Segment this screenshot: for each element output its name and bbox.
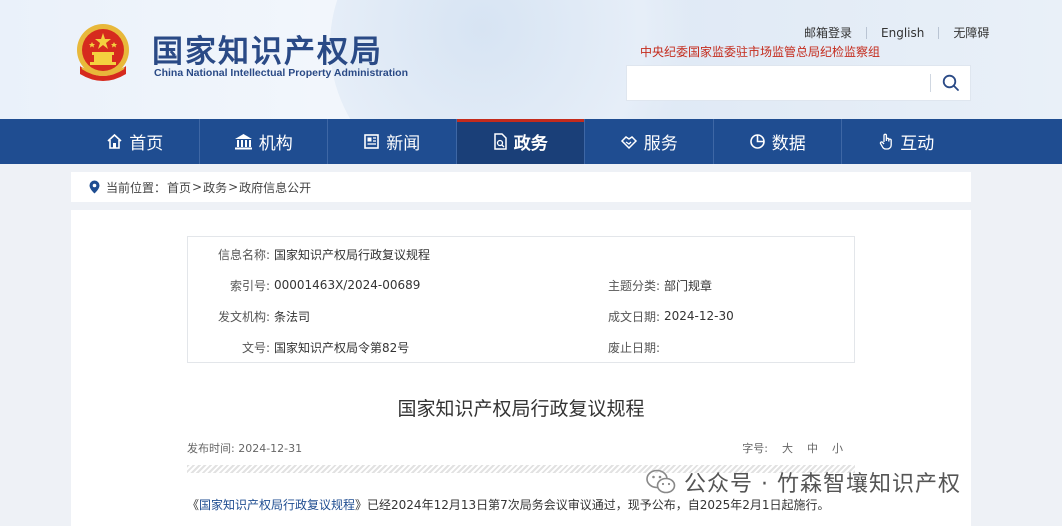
home-icon bbox=[107, 133, 122, 149]
breadcrumb-separator: > bbox=[192, 180, 203, 194]
meta-label: 主题分类: bbox=[607, 278, 660, 293]
breadcrumb: 当前位置： 首页 > 政务 > 政府信息公开 bbox=[71, 172, 971, 202]
body-text-rest: 》已经2024年12月13日第7次局务会议审议通过，现予公布，自2025年2月1… bbox=[355, 498, 830, 512]
email-login-link[interactable]: 邮箱登录 bbox=[790, 24, 866, 41]
nav-item-label: 政务 bbox=[513, 134, 548, 154]
watermark-text: 公众号 · 竹森智壤知识产权 bbox=[684, 472, 961, 497]
nav-item-home[interactable]: 首页 bbox=[71, 119, 200, 164]
breadcrumb-prefix: 当前位置： bbox=[106, 180, 167, 195]
top-links: 邮箱登录 English 无障碍 bbox=[790, 24, 1003, 41]
english-link[interactable]: English bbox=[867, 26, 938, 40]
org-note-link[interactable]: 中央纪委国家监委驻市场监管总局纪检监察组 bbox=[640, 43, 880, 60]
body-quote-open: 《 bbox=[187, 498, 200, 512]
nav-item-news[interactable]: 新闻 bbox=[328, 119, 457, 164]
newspaper-icon bbox=[364, 134, 380, 149]
meta-value-info-name: 国家知识产权局行政复议规程 bbox=[274, 247, 431, 262]
font-size-medium-button[interactable]: 中 bbox=[807, 440, 818, 456]
nav-item-label: 数据 bbox=[771, 134, 806, 154]
meta-label: 信息名称: bbox=[217, 247, 270, 262]
meta-value-index: 00001463X/2024-00689 bbox=[274, 278, 421, 292]
meta-row-index: 索引号: 00001463X/2024-00689 bbox=[188, 275, 420, 295]
meta-label: 废止日期: bbox=[607, 340, 660, 355]
meta-label: 发文机构: bbox=[217, 309, 270, 324]
nav-item-services[interactable]: 服务 bbox=[585, 119, 714, 164]
hand-pointer-icon bbox=[880, 133, 893, 150]
document-metadata: 信息名称: 国家知识产权局行政复议规程 索引号: 00001463X/2024-… bbox=[187, 236, 855, 363]
search-button[interactable] bbox=[931, 66, 971, 100]
meta-row-topic: 主题分类: 部门规章 bbox=[568, 275, 712, 295]
breadcrumb-separator: > bbox=[228, 180, 239, 194]
accessibility-link[interactable]: 无障碍 bbox=[939, 24, 1003, 41]
font-size-small-button[interactable]: 小 bbox=[832, 440, 843, 456]
breadcrumb-item-government-affairs[interactable]: 政务 bbox=[203, 179, 227, 196]
meta-label: 成文日期: bbox=[607, 309, 660, 324]
location-pin-icon bbox=[89, 180, 100, 194]
wechat-icon bbox=[646, 469, 676, 494]
document-icon bbox=[494, 133, 507, 150]
font-size-control: 字号: 大 中 小 bbox=[742, 440, 843, 456]
pie-chart-icon bbox=[749, 134, 765, 149]
nav-item-label: 首页 bbox=[129, 134, 164, 154]
meta-row-issuer: 发文机构: 条法司 bbox=[188, 306, 310, 326]
meta-value-topic: 部门规章 bbox=[664, 278, 713, 293]
publish-info: 发布时间: 2024-12-31 字号: 大 中 小 bbox=[187, 440, 855, 456]
meta-row-expiry: 废止日期: bbox=[568, 337, 664, 357]
nav-item-data[interactable]: 数据 bbox=[714, 119, 842, 164]
nav-item-institutions[interactable]: 机构 bbox=[200, 119, 328, 164]
nav-item-label: 新闻 bbox=[386, 134, 421, 154]
meta-value-date: 2024-12-30 bbox=[664, 309, 734, 323]
site-title: 国家知识产权局 bbox=[152, 34, 383, 70]
nav-item-interaction[interactable]: 互动 bbox=[842, 119, 971, 164]
meta-value-doc-number: 国家知识产权局令第82号 bbox=[274, 340, 410, 355]
site-subtitle: China National Intellectual Property Adm… bbox=[154, 67, 408, 79]
font-size-label: 字号: bbox=[742, 442, 768, 455]
breadcrumb-item-home[interactable]: 首页 bbox=[167, 179, 191, 196]
document-link[interactable]: 国家知识产权局行政复议规程 bbox=[199, 498, 355, 512]
search-input[interactable] bbox=[627, 66, 930, 100]
meta-row-date: 成文日期: 2024-12-30 bbox=[568, 306, 734, 326]
breadcrumb-item-info-disclosure[interactable]: 政府信息公开 bbox=[239, 179, 311, 196]
meta-row-doc-number: 文号: 国家知识产权局令第82号 bbox=[188, 337, 409, 357]
meta-value-issuer: 条法司 bbox=[274, 309, 311, 324]
handshake-icon bbox=[620, 136, 637, 150]
nav-item-government-affairs[interactable]: 政务 bbox=[456, 119, 585, 164]
nav-item-label: 互动 bbox=[900, 134, 935, 154]
search-icon bbox=[942, 74, 959, 91]
national-emblem-icon[interactable] bbox=[74, 22, 132, 84]
meta-label: 索引号: bbox=[229, 278, 270, 293]
main-nav: 首页 机构 新闻 政务 服务 数据 互动 bbox=[0, 119, 1062, 164]
meta-row-info-name: 信息名称: 国家知识产权局行政复议规程 bbox=[188, 244, 430, 264]
building-icon bbox=[234, 134, 252, 150]
article-body: 《国家知识产权局行政复议规程》已经2024年12月13日第7次局务会议审议通过，… bbox=[187, 496, 867, 513]
site-header: 国家知识产权局 China National Intellectual Prop… bbox=[0, 0, 1062, 119]
wechat-watermark: 公众号 · 竹森智壤知识产权 bbox=[646, 466, 961, 498]
font-size-large-button[interactable]: 大 bbox=[782, 440, 793, 456]
publish-date: 2024-12-31 bbox=[238, 442, 303, 455]
search-box bbox=[626, 65, 971, 101]
publish-label: 发布时间: bbox=[187, 442, 235, 455]
nav-item-label: 机构 bbox=[258, 134, 293, 154]
meta-label: 文号: bbox=[241, 340, 270, 355]
nav-item-label: 服务 bbox=[643, 134, 678, 154]
document-title: 国家知识产权局行政复议规程 bbox=[397, 398, 645, 420]
